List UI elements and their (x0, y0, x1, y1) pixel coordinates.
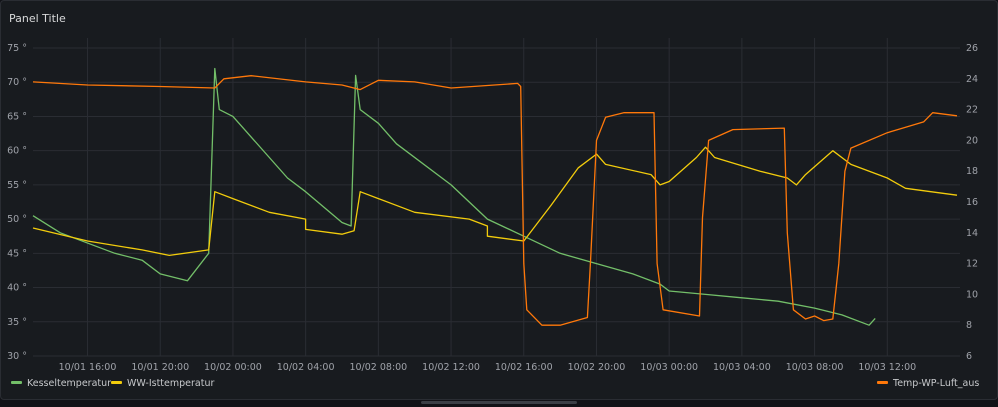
y-axis-right: 6 8 10 12 14 16 18 20 22 24 26 (966, 43, 978, 362)
x-tick-label: 10/03 00:00 (640, 362, 698, 373)
legend[interactable]: Kesseltemperatur WW-Isttemperatur Temp-WP-… (11, 378, 979, 389)
series-line-ww-isttemperatur (32, 146, 958, 257)
x-tick-label: 10/02 00:00 (204, 362, 262, 373)
chart-panel: Panel Title 30 ° 35 ° 40 ° 45 ° 50 ° 55 ° 60 °… (0, 0, 998, 407)
y-left-tick-label: 60 ° (7, 146, 27, 157)
y-left-tick-label: 35 ° (7, 317, 27, 328)
x-tick-label: 10/03 12:00 (858, 362, 916, 373)
y-right-tick-label: 8 (966, 320, 972, 331)
y-left-tick-label: 65 ° (7, 111, 27, 122)
y-left-tick-label: 30 ° (7, 351, 27, 362)
y-left-tick-label: 55 ° (7, 180, 27, 191)
chart-svg: 30 ° 35 ° 40 ° 45 ° 50 ° 55 ° 60 ° 65 ° 70 ° 75 °… (7, 38, 979, 389)
y-right-tick-label: 24 (966, 74, 978, 85)
x-tick-label: 10/03 08:00 (786, 362, 844, 373)
y-left-tick-label: 50 ° (7, 214, 27, 225)
horizontal-scrollbar[interactable] (421, 401, 577, 404)
y-right-tick-label: 18 (966, 166, 978, 177)
y-right-tick-label: 20 (966, 135, 978, 146)
y-right-tick-label: 6 (966, 351, 972, 362)
legend-swatch-ww-isttemperatur (111, 381, 122, 384)
legend-label-kesseltemperatur: Kesseltemperatur (27, 378, 111, 389)
y-right-tick-label: 16 (966, 197, 978, 208)
legend-swatch-kesseltemperatur (11, 381, 22, 384)
y-right-tick-label: 22 (966, 105, 978, 116)
y-left-tick-label: 45 ° (7, 248, 27, 259)
x-tick-label: 10/02 20:00 (568, 362, 626, 373)
y-right-tick-label: 10 (966, 289, 978, 300)
legend-swatch-temp-wp-luft-aus (877, 381, 888, 384)
y-axis-left: 30 ° 35 ° 40 ° 45 ° 50 ° 55 ° 60 ° 65 ° 70 ° 75 ° (7, 43, 27, 362)
x-tick-label: 10/02 12:00 (422, 362, 480, 373)
x-tick-label: 10/03 04:00 (713, 362, 771, 373)
legend-label-ww-isttemperatur: WW-Isttemperatur (127, 378, 214, 389)
legend-label-temp-wp-luft-aus: Temp-WP-Luft_aus (892, 378, 979, 389)
y-left-tick-label: 70 ° (7, 77, 27, 88)
x-tick-label: 10/02 08:00 (349, 362, 407, 373)
y-left-tick-label: 75 ° (7, 43, 27, 54)
y-left-tick-label: 40 ° (7, 283, 27, 294)
y-right-tick-label: 12 (966, 259, 978, 270)
x-axis: 10/01 16:00 10/01 20:00 10/02 00:00 10/02 0… (59, 362, 917, 373)
x-tick-label: 10/02 16:00 (495, 362, 553, 373)
x-tick-label: 10/01 16:00 (59, 362, 117, 373)
grid (33, 38, 960, 357)
y-right-tick-label: 26 (966, 43, 978, 54)
series-lines (32, 67, 958, 326)
x-tick-label: 10/02 04:00 (277, 362, 335, 373)
series-line-kesseltemperatur (32, 67, 876, 326)
x-tick-label: 10/01 20:00 (131, 362, 189, 373)
y-right-tick-label: 14 (966, 228, 978, 239)
